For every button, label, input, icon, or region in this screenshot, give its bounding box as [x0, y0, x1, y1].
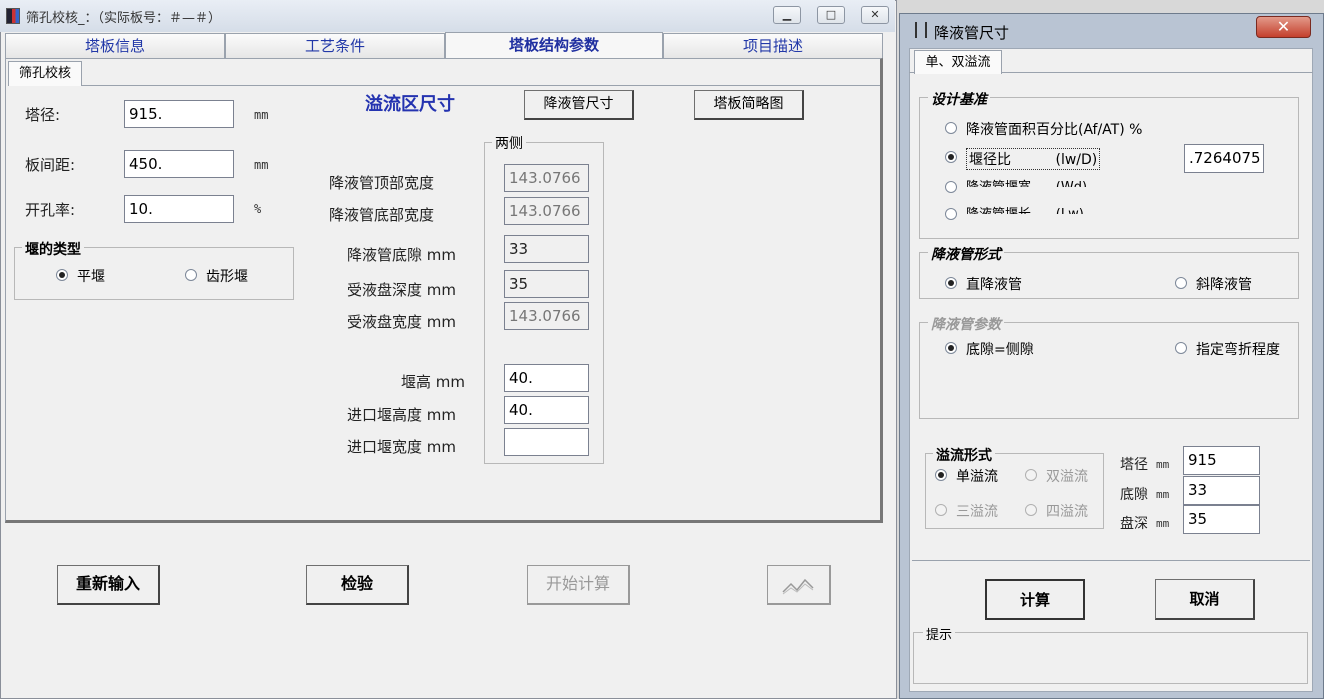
- weir-height-input[interactable]: 40.: [504, 364, 589, 392]
- spacing-input[interactable]: 450.: [124, 150, 234, 178]
- basis-weir-length-label: 降液管堰长 (Lw): [966, 203, 1084, 214]
- open-ratio-label: 开孔率:: [25, 201, 76, 219]
- seal-pan-width-label: 受液盘宽度 mm: [347, 313, 456, 331]
- weir-flat-label: 平堰: [77, 269, 105, 285]
- weir-flat-radio[interactable]: [56, 269, 68, 281]
- dc-sloped-radio[interactable]: [1175, 277, 1187, 289]
- open-ratio-unit: %: [254, 202, 262, 216]
- app-icon: [6, 8, 20, 24]
- dialog-icon: [915, 22, 927, 38]
- dlg-diameter-unit: mm: [1156, 458, 1170, 471]
- dialog-title: 降液管尺寸: [934, 24, 1010, 42]
- triple-overflow-radio[interactable]: [935, 504, 947, 516]
- weir-tooth-radio[interactable]: [185, 269, 197, 281]
- dlg-clearance-input[interactable]: 33: [1183, 476, 1260, 505]
- basis-dc-width-label: 降液管堰宽 (Wd): [966, 176, 1087, 187]
- double-overflow-radio[interactable]: [1025, 469, 1037, 481]
- open-ratio-input[interactable]: 10.: [124, 195, 234, 223]
- dialog-close-button[interactable]: ✕: [1256, 16, 1311, 38]
- diameter-input[interactable]: 915.: [124, 100, 234, 128]
- window-title: 筛孔校核_：（实际板号：＃—＃）: [26, 11, 222, 26]
- overflow-form-title: 溢流形式: [933, 445, 995, 465]
- basis-area-pct-radio[interactable]: [945, 122, 957, 134]
- dc-bottom-width-input: 143.0766: [504, 197, 589, 225]
- dc-form-title: 降液管形式: [928, 244, 1004, 264]
- inlet-weir-height-label: 进口堰高度 mm: [347, 406, 456, 424]
- dc-params-group: [919, 322, 1299, 419]
- inlet-weir-width-input[interactable]: [504, 428, 589, 456]
- tray-sketch-button[interactable]: 塔板简略图: [694, 90, 804, 120]
- single-overflow-radio[interactable]: [935, 469, 947, 481]
- dc-bottom-width-label: 降液管底部宽度: [329, 206, 435, 224]
- dc-top-width-label: 降液管顶部宽度: [329, 174, 435, 192]
- quad-overflow-label: 四溢流: [1046, 504, 1088, 520]
- dlg-pan-depth-unit: mm: [1156, 517, 1170, 530]
- weir-height-label: 堰高 mm: [401, 373, 465, 391]
- bend-degree-label: 指定弯折程度: [1196, 342, 1280, 358]
- diameter-label: 塔径:: [25, 106, 61, 124]
- overflow-area-title: 溢流区尺寸: [365, 94, 455, 115]
- calculate-button[interactable]: 计算: [985, 579, 1085, 620]
- dc-straight-radio[interactable]: [945, 277, 957, 289]
- dlg-pan-depth-input[interactable]: 35: [1183, 505, 1260, 534]
- basis-weir-ratio-radio[interactable]: [945, 151, 957, 163]
- start-calc-button[interactable]: 开始计算: [527, 565, 630, 605]
- tab-tray-info[interactable]: 塔板信息: [5, 33, 225, 58]
- tab-process-conditions[interactable]: 工艺条件: [225, 33, 445, 58]
- dc-straight-label: 直降液管: [966, 277, 1022, 293]
- seal-pan-depth-label: 受液盘深度 mm: [347, 281, 456, 299]
- close-button[interactable]: ✕: [861, 6, 889, 24]
- triple-overflow-label: 三溢流: [956, 504, 998, 520]
- basis-weir-ratio-label: 堰径比 (lw/D): [966, 148, 1101, 170]
- weir-type-title: 堰的类型: [22, 239, 84, 259]
- dc-params-title: 降液管参数: [928, 314, 1004, 334]
- inlet-weir-width-label: 进口堰宽度 mm: [347, 438, 456, 456]
- basis-dc-width-radio[interactable]: [945, 181, 957, 193]
- tab-project-description[interactable]: 项目描述: [663, 33, 883, 58]
- dc-sloped-label: 斜降液管: [1196, 277, 1252, 293]
- minimize-button[interactable]: ▁: [773, 6, 801, 24]
- weir-ratio-input[interactable]: .7264075: [1184, 144, 1264, 173]
- dlg-diameter-input[interactable]: 915: [1183, 446, 1260, 475]
- dialog-bottom-divider: [912, 560, 1310, 561]
- subpanel-divider: [8, 85, 880, 86]
- clearance-eq-side-label: 底隙=侧隙: [966, 342, 1034, 358]
- dlg-pan-depth-label: 盘深: [1120, 516, 1148, 532]
- spacing-label: 板间距:: [25, 156, 76, 174]
- basis-weir-length-radio[interactable]: [945, 208, 957, 220]
- subtab-sieve-check[interactable]: 筛孔校核: [8, 61, 82, 86]
- both-sides-label: 两侧: [492, 133, 526, 153]
- cancel-button[interactable]: 取消: [1155, 579, 1255, 620]
- design-basis-title: 设计基准: [928, 89, 990, 109]
- single-overflow-label: 单溢流: [956, 469, 998, 485]
- dlg-clearance-unit: mm: [1156, 488, 1170, 501]
- double-overflow-label: 双溢流: [1046, 469, 1088, 485]
- maximize-button[interactable]: □: [817, 6, 845, 24]
- verify-button[interactable]: 检验: [306, 565, 409, 605]
- inlet-weir-height-input[interactable]: 40.: [504, 396, 589, 424]
- quad-overflow-radio[interactable]: [1025, 504, 1037, 516]
- dc-clearance-label: 降液管底隙 mm: [347, 246, 456, 264]
- diameter-unit: mm: [254, 108, 269, 122]
- seal-pan-width-input: 143.0766: [504, 302, 589, 330]
- downcomer-size-button[interactable]: 降液管尺寸: [524, 90, 634, 120]
- dlg-clearance-label: 底隙: [1120, 487, 1148, 503]
- hint-box: [913, 632, 1308, 684]
- tab-tray-structure[interactable]: 塔板结构参数: [445, 32, 663, 59]
- dialog-tab-single-double[interactable]: 单、双溢流: [914, 50, 1002, 74]
- reenter-button[interactable]: 重新输入: [57, 565, 160, 605]
- spacing-unit: mm: [254, 158, 269, 172]
- bend-degree-radio[interactable]: [1175, 342, 1187, 354]
- weir-tooth-label: 齿形堰: [206, 269, 248, 285]
- dlg-diameter-label: 塔径: [1120, 457, 1148, 473]
- clearance-eq-side-radio[interactable]: [945, 342, 957, 354]
- hint-label: 提示: [923, 624, 956, 643]
- dc-clearance-input: 33: [504, 235, 589, 263]
- seal-pan-depth-input: 35: [504, 270, 589, 298]
- chart-line-icon: [781, 578, 814, 595]
- dc-top-width-input: 143.0766: [504, 164, 589, 192]
- basis-area-pct-label: 降液管面积百分比(Af/AT) %: [966, 122, 1143, 138]
- chart-button[interactable]: [767, 565, 831, 605]
